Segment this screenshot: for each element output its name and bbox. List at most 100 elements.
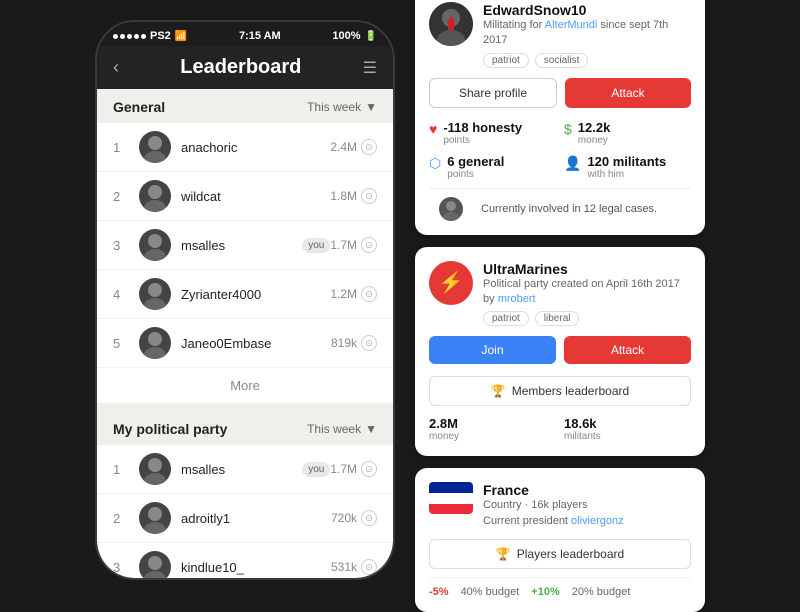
militants-val: 120 militants	[587, 154, 666, 169]
party-card-header: ⚡ UltraMarines Political party created o…	[429, 261, 691, 327]
party-logo: ⚡	[429, 261, 473, 305]
you-badge-3: you	[302, 238, 330, 253]
filter-icon[interactable]: ☰	[363, 58, 377, 78]
flag-blue	[429, 482, 473, 493]
party-filter[interactable]: This week ▼	[307, 422, 377, 436]
join-party-button[interactable]: Join	[429, 336, 556, 364]
general-lbl: points	[447, 169, 504, 180]
party-score-2: 720k	[331, 511, 357, 525]
list-item[interactable]: 3 msalles you 1.7M ⊙	[97, 221, 393, 270]
username-5: Janeo0Embase	[181, 336, 331, 351]
party-username-1: msalles	[181, 462, 296, 477]
altermundi-link[interactable]: AlterMundi	[545, 19, 598, 31]
right-panel: EdwardSnow10 Militating for AlterMundi s…	[415, 0, 705, 612]
rank-1: 1	[113, 140, 129, 155]
country-subtitle: Country · 16k playersCurrent president o…	[483, 498, 624, 529]
avatar	[139, 453, 171, 485]
party-tags: patriot liberal	[483, 311, 691, 326]
score-icon-1: ⊙	[361, 139, 377, 155]
rank-4: 4	[113, 287, 129, 302]
trophy-icon-country: 🏆	[496, 547, 511, 561]
tag-liberal: liberal	[535, 311, 580, 326]
status-left: PS2 📶	[113, 30, 187, 42]
players-leaderboard-button[interactable]: 🏆 Players leaderboard	[429, 539, 691, 569]
score-1: 2.4M	[330, 140, 357, 154]
flag-white	[429, 493, 473, 504]
party-rank-1: 1	[113, 462, 129, 477]
legal-row: Currently involved in 12 legal cases.	[429, 188, 691, 221]
tag-patriot-party: patriot	[483, 311, 529, 326]
stat-militants: 👤 120 militants with him	[564, 154, 691, 180]
president-link[interactable]: oliviergonz	[571, 515, 624, 527]
username-2: wildcat	[181, 189, 330, 204]
list-item[interactable]: 1 anachoric 2.4M ⊙	[97, 123, 393, 172]
legal-text: Currently involved in 12 legal cases.	[481, 203, 657, 215]
user-subtitle: Militating for AlterMundi since sept 7th…	[483, 18, 691, 49]
share-profile-button[interactable]: Share profile	[429, 78, 557, 108]
score-icon-p3: ⊙	[361, 559, 377, 575]
party-money-lbl: money	[429, 431, 459, 442]
page-title: Leaderboard	[180, 56, 301, 79]
trophy-icon: 🏆	[491, 384, 506, 398]
members-leaderboard-button[interactable]: 🏆 Members leaderboard	[429, 376, 691, 406]
money-val: 12.2k	[578, 120, 611, 135]
list-item[interactable]: 4 Zyrianter4000 1.2M ⊙	[97, 270, 393, 319]
chevron-down-icon: ▼	[365, 100, 377, 114]
party-section-title: My political party	[113, 421, 227, 437]
rank-2: 2	[113, 189, 129, 204]
general-section-header: General This week ▼	[97, 89, 393, 123]
score-icon-p1: ⊙	[361, 461, 377, 477]
honesty-val: -118 honesty	[443, 120, 522, 135]
party-score-3: 531k	[331, 560, 357, 574]
you-badge-p1: you	[302, 462, 330, 477]
list-item[interactable]: 3 kindlue10_ 531k ⊙	[97, 543, 393, 578]
budget-pos-lbl: 20% budget	[572, 586, 631, 598]
user-avatar	[429, 2, 473, 46]
phone-shell: PS2 📶 7:15 AM 100% 🔋 ‹ Leaderboard ☰ Gen…	[95, 20, 395, 580]
general-filter[interactable]: This week ▼	[307, 100, 377, 114]
attack-party-button[interactable]: Attack	[564, 336, 691, 364]
score-icon-p2: ⊙	[361, 510, 377, 526]
party-money-val: 2.8M	[429, 416, 459, 431]
general-list: 1 anachoric 2.4M ⊙ 2 wildcat 1.8M ⊙ 3	[97, 123, 393, 403]
battery-label: 100%	[332, 30, 360, 42]
back-button[interactable]: ‹	[113, 57, 119, 78]
more-button[interactable]: More	[97, 368, 393, 403]
time-label: 7:15 AM	[239, 30, 281, 42]
heart-icon: ♥	[429, 121, 437, 137]
score-3: 1.7M	[330, 238, 357, 252]
party-money-stat: 2.8M money	[429, 416, 556, 442]
score-icon-3: ⊙	[361, 237, 377, 253]
signal-dots	[113, 34, 146, 39]
status-right: 100% 🔋	[332, 30, 377, 42]
username-display: EdwardSnow10	[483, 2, 691, 18]
avatar	[139, 131, 171, 163]
points-icon: ⬡	[429, 155, 441, 172]
list-item[interactable]: 2 adroitly1 720k ⊙	[97, 494, 393, 543]
party-list: 1 msalles you 1.7M ⊙ 2 adroitly1 720k ⊙ …	[97, 445, 393, 578]
party-score-1: 1.7M	[330, 462, 357, 476]
list-item[interactable]: 1 msalles you 1.7M ⊙	[97, 445, 393, 494]
username-1: anachoric	[181, 140, 330, 155]
list-item[interactable]: 5 Janeo0Embase 819k ⊙	[97, 319, 393, 368]
party-militants-stat: 18.6k militants	[564, 416, 691, 442]
tag-socialist: socialist	[535, 53, 589, 68]
leaderboard-content: General This week ▼ 1 anachoric 2.4M ⊙ 2	[97, 89, 393, 578]
party-rank-2: 2	[113, 511, 129, 526]
chevron-down-icon: ▼	[365, 422, 377, 436]
honesty-lbl: points	[443, 135, 522, 146]
list-item[interactable]: 2 wildcat 1.8M ⊙	[97, 172, 393, 221]
country-info: France Country · 16k playersCurrent pres…	[483, 482, 624, 529]
money-lbl: money	[578, 135, 611, 146]
stat-honesty: ♥ -118 honesty points	[429, 120, 556, 146]
attack-user-button[interactable]: Attack	[565, 78, 691, 108]
avatar	[139, 229, 171, 261]
flag-red	[429, 504, 473, 515]
legal-avatar	[439, 197, 463, 221]
party-rank-3: 3	[113, 560, 129, 575]
mrobert-link[interactable]: mrobert	[498, 293, 536, 305]
avatar	[139, 502, 171, 534]
party-card-actions: Join Attack	[429, 336, 691, 364]
user-info: EdwardSnow10 Militating for AlterMundi s…	[483, 2, 691, 68]
party-militants-lbl: militants	[564, 431, 601, 442]
